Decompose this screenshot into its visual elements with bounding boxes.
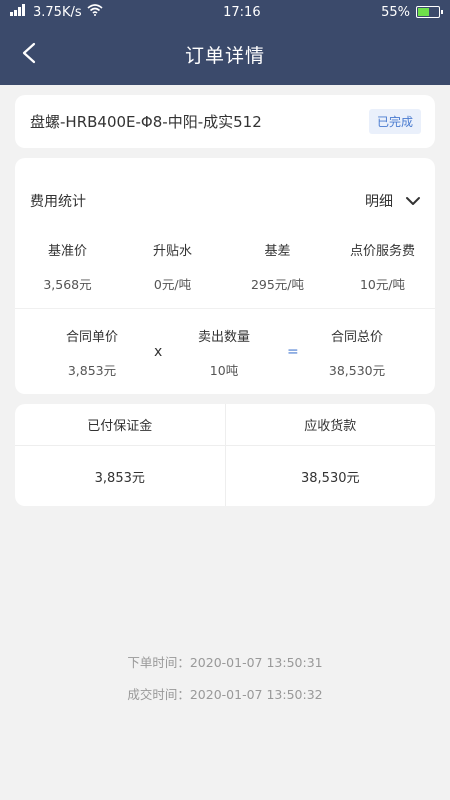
battery-icon (416, 6, 443, 18)
unit-price-value: 3,853元 (67, 363, 117, 378)
multiply-symbol: x (154, 344, 163, 360)
fee-item-value: 0元/吨 (153, 277, 192, 292)
deposit-label: 已付保证金 (15, 404, 226, 445)
back-button[interactable] (14, 38, 44, 68)
detail-toggle[interactable]: 明细 (365, 191, 421, 211)
fee-item-value: 295元/吨 (250, 277, 305, 292)
status-badge: 已完成 (368, 109, 421, 134)
quantity-label: 卖出数量 (197, 330, 250, 345)
chevron-left-icon (22, 42, 36, 64)
nav-bar: 订单详情 (0, 24, 450, 85)
battery-percent: 55% (381, 4, 410, 20)
fee-items: 基准价 3,568元 升贴水 0元/吨 基差 295元/吨 点价服务费 10元/… (15, 240, 435, 293)
fee-item-service-fee: 点价服务费 10元/吨 (330, 240, 435, 293)
total-label: 合同总价 (330, 330, 383, 345)
fee-item-value: 3,568元 (43, 277, 92, 292)
sell-quantity: 卖出数量 10吨 (164, 326, 284, 379)
payment-value-row: 3,853元 38,530元 (15, 446, 435, 506)
receivable-label: 应收货款 (304, 419, 357, 434)
page-title: 订单详情 (184, 45, 265, 67)
contract-formula: 合同单价 3,853元 x 卖出数量 10吨 = 合同总价 38,530元 (15, 326, 435, 379)
fee-title: 费用统计 (30, 194, 86, 210)
fee-header: 费用统计 明细 (30, 188, 421, 214)
total-value: 38,530元 (328, 363, 386, 378)
quantity-value: 10吨 (209, 363, 239, 378)
payment-header-row: 已付保证金 应收货款 (15, 404, 435, 446)
fee-statistics-card: 费用统计 明细 基准价 3,568元 升贴水 0元/吨 基差 295元/吨 点价… (15, 158, 435, 394)
deal-time: 成交时间：2020-01-07 13:50:32 (127, 687, 323, 702)
fee-item-label: 点价服务费 (349, 244, 415, 259)
chevron-down-icon (406, 197, 420, 205)
order-product-card: 盘螺-HRB400E-Φ8-中阳-成实512 已完成 (15, 95, 435, 148)
signal-icon (10, 4, 28, 20)
deposit-value: 3,853元 (15, 446, 226, 506)
contract-unit-price: 合同单价 3,853元 (32, 326, 152, 379)
fee-item-basis: 基差 295元/吨 (225, 240, 330, 293)
contract-total: 合同总价 38,530元 (297, 326, 417, 379)
divider (15, 308, 435, 309)
fee-item-premium: 升贴水 0元/吨 (120, 240, 225, 293)
fee-item-label: 基准价 (47, 244, 87, 259)
wifi-icon (87, 4, 103, 20)
fee-item-label: 基差 (264, 244, 291, 259)
battery-level (418, 8, 429, 16)
fee-item-base-price: 基准价 3,568元 (15, 240, 120, 293)
product-name: 盘螺-HRB400E-Φ8-中阳-成实512 (30, 113, 262, 131)
order-time: 下单时间：2020-01-07 13:50:31 (127, 655, 323, 670)
status-bar: 3.75K/s 17:16 55% (0, 0, 450, 24)
receivable-value: 38,530元 (301, 470, 360, 486)
payment-card: 已付保证金 应收货款 3,853元 38,530元 (15, 404, 435, 506)
network-speed: 3.75K/s (33, 4, 82, 20)
clock: 17:16 (223, 4, 261, 20)
unit-price-label: 合同单价 (65, 330, 118, 345)
detail-label: 明细 (365, 194, 393, 210)
fee-item-label: 升贴水 (152, 244, 192, 259)
fee-item-value: 10元/吨 (359, 277, 406, 292)
